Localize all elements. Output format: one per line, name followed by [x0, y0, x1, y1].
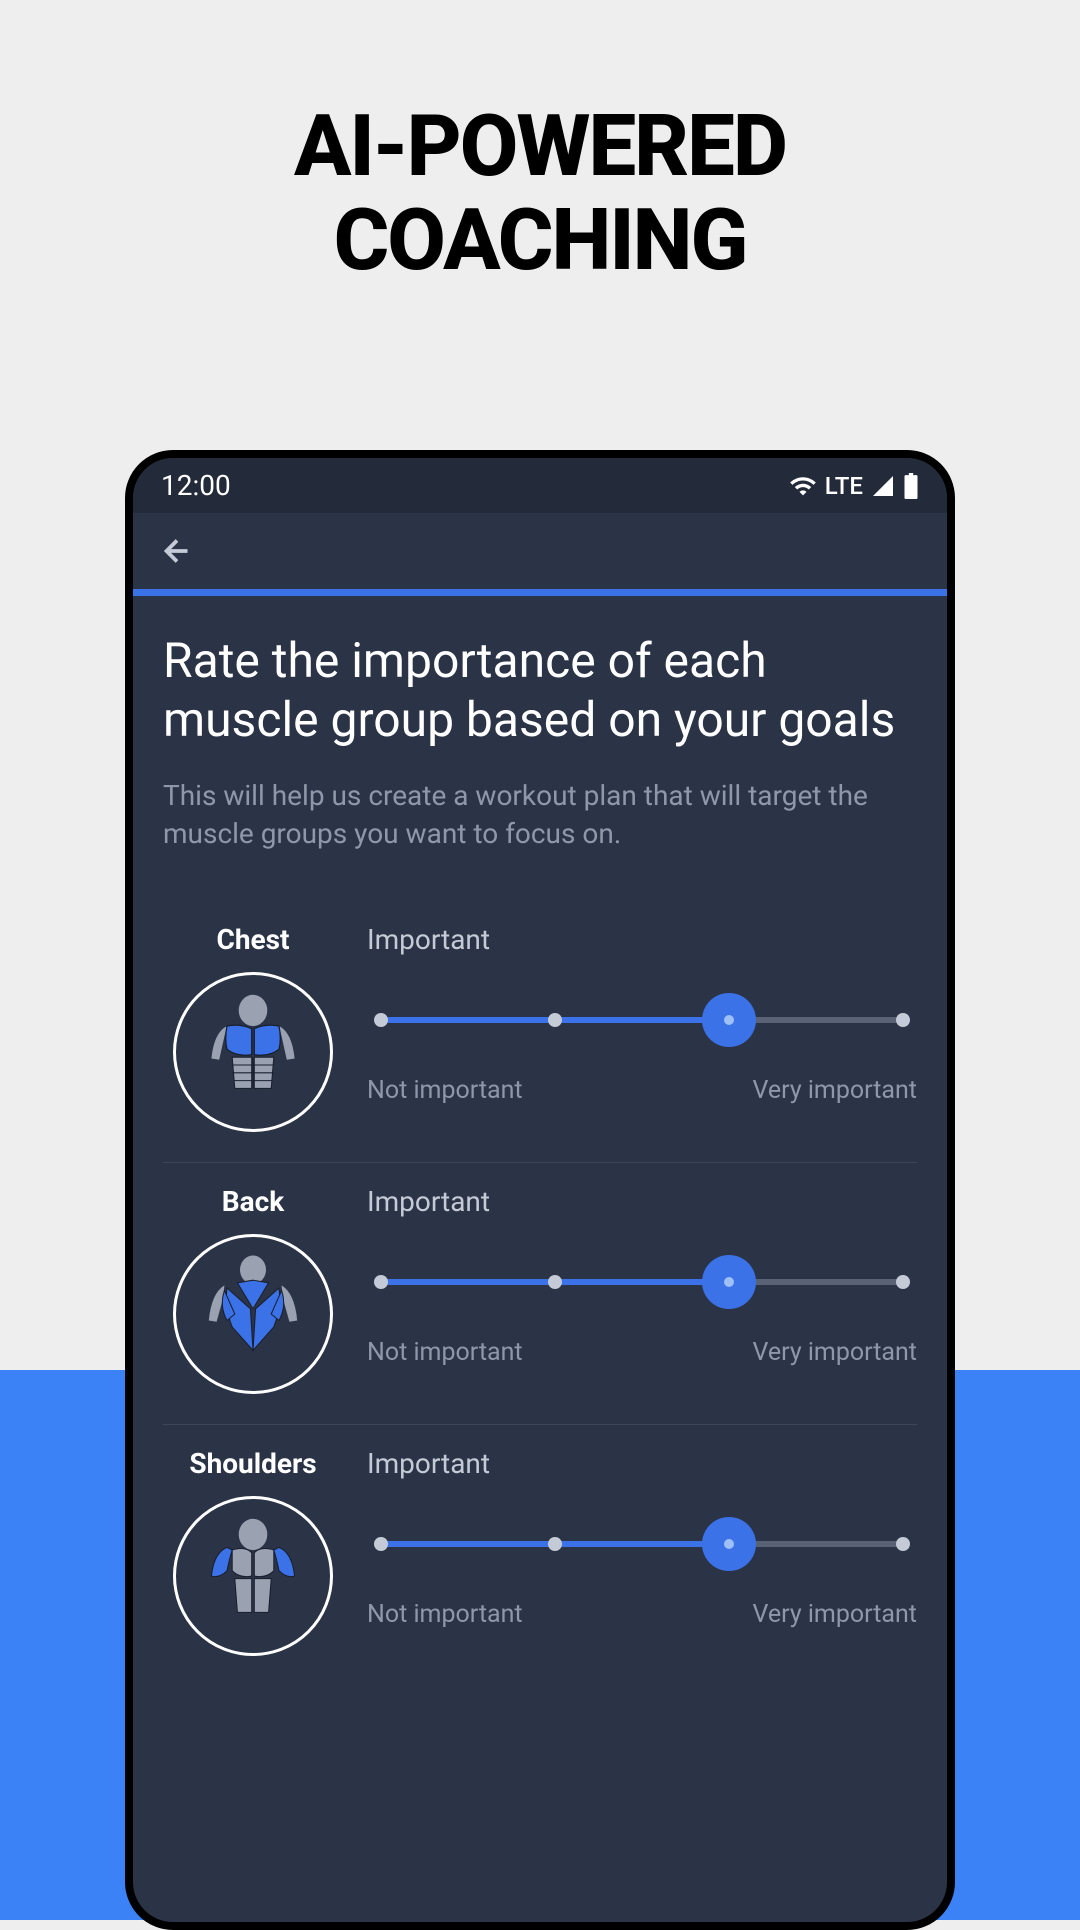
phone-mockup: 12:00 LTE Rate the importance of each mu… — [125, 450, 955, 1930]
slider-min-label: Not important — [367, 1076, 523, 1105]
status-network: LTE — [825, 472, 863, 500]
status-time: 12:00 — [161, 469, 231, 502]
importance-slider-shoulders[interactable] — [381, 1516, 903, 1572]
promo-headline: AI-POWERED COACHING — [0, 0, 1080, 287]
signal-icon — [871, 474, 895, 498]
promo-headline-line2: COACHING — [0, 194, 1080, 288]
muscle-row-chest: Chest — [163, 901, 917, 1163]
screen-subtitle: This will help us create a workout plan … — [163, 777, 917, 853]
slider-thumb[interactable] — [702, 1255, 756, 1309]
app-header — [133, 513, 947, 589]
muscle-label: Shoulders — [189, 1447, 316, 1480]
onboarding-progress — [133, 589, 947, 596]
slider-thumb[interactable] — [702, 1517, 756, 1571]
slider-max-label: Very important — [752, 1600, 917, 1629]
screen-content: Rate the importance of each muscle group… — [133, 596, 947, 1686]
importance-level-label: Important — [367, 1185, 917, 1218]
slider-min-label: Not important — [367, 1600, 523, 1629]
arrow-left-icon — [159, 533, 195, 569]
slider-thumb[interactable] — [702, 993, 756, 1047]
muscle-row-back: Back Important — [163, 1163, 917, 1425]
slider-max-label: Very important — [752, 1076, 917, 1105]
back-button[interactable] — [157, 531, 197, 571]
promo-headline-line1: AI-POWERED — [0, 100, 1080, 194]
back-muscle-icon — [173, 1234, 333, 1394]
status-bar: 12:00 LTE — [133, 458, 947, 513]
status-icons: LTE — [789, 472, 919, 500]
battery-icon — [903, 473, 919, 499]
chest-muscle-icon — [173, 972, 333, 1132]
screen-heading: Rate the importance of each muscle group… — [163, 632, 917, 749]
wifi-icon — [789, 472, 817, 500]
shoulders-muscle-icon — [173, 1496, 333, 1656]
muscle-label: Back — [222, 1185, 284, 1218]
slider-max-label: Very important — [752, 1338, 917, 1367]
importance-level-label: Important — [367, 923, 917, 956]
muscle-row-shoulders: Shoulders Important — [163, 1425, 917, 1686]
importance-slider-back[interactable] — [381, 1254, 903, 1310]
muscle-label: Chest — [217, 923, 290, 956]
importance-slider-chest[interactable] — [381, 992, 903, 1048]
slider-min-label: Not important — [367, 1338, 523, 1367]
importance-level-label: Important — [367, 1447, 917, 1480]
